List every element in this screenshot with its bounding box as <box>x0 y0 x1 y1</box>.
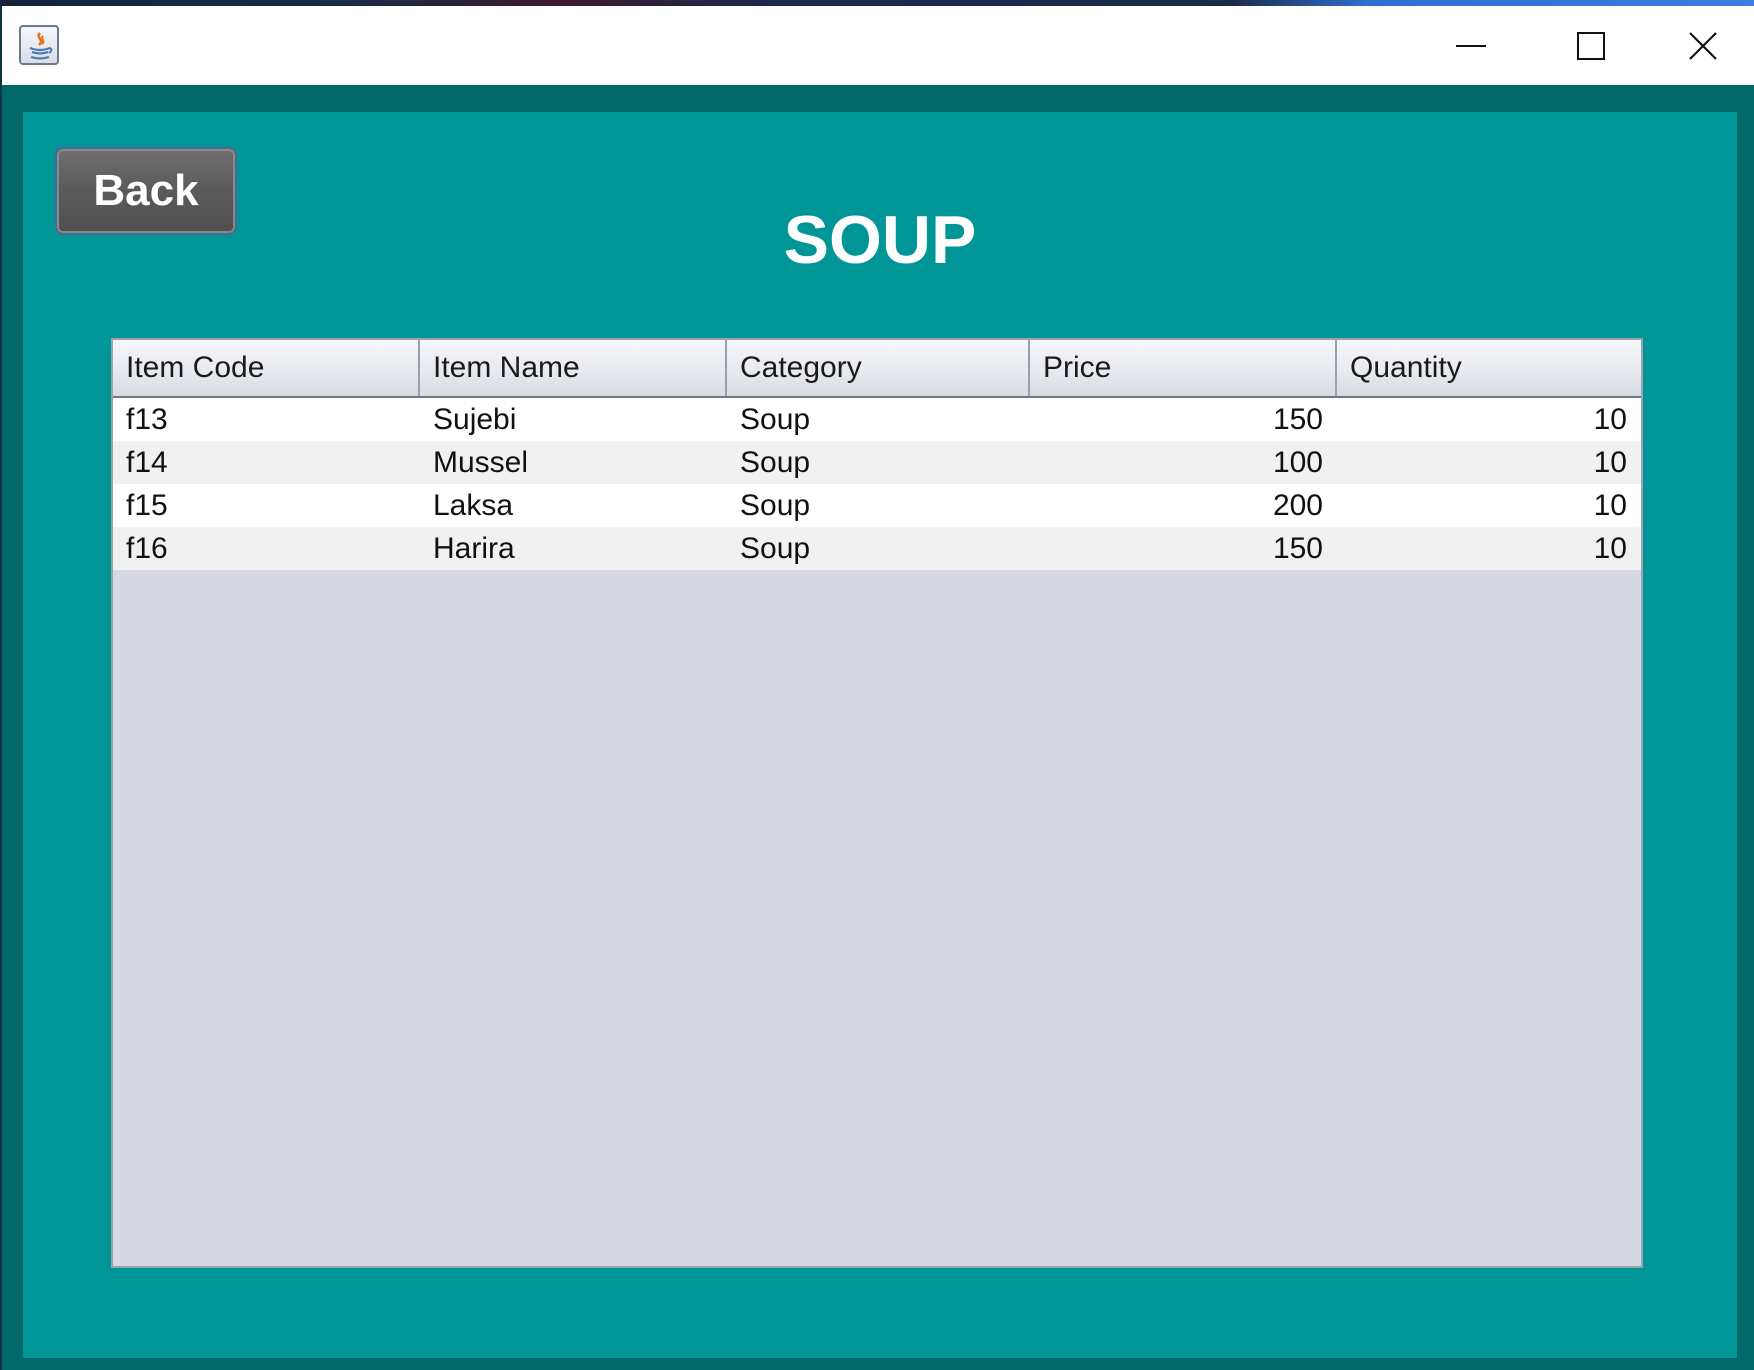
cell-item-code: f16 <box>126 532 168 565</box>
cell-item-code: f15 <box>126 489 168 522</box>
table-row[interactable]: f13 Sujebi Soup 150 10 <box>113 398 1641 441</box>
cell-item-name: Mussel <box>433 446 529 479</box>
cell-category: Soup <box>740 489 811 522</box>
table-header: Item Code Item Name Category Price Quant… <box>113 340 1641 398</box>
close-icon <box>1688 31 1717 60</box>
cell-price: 200 <box>1272 489 1323 522</box>
cell-item-code: f13 <box>126 403 168 436</box>
column-header-item-name[interactable]: Item Name <box>420 340 727 396</box>
minimize-icon <box>1456 44 1486 47</box>
cell-item-name: Harira <box>433 532 515 565</box>
cell-quantity: 10 <box>1593 403 1627 436</box>
column-header-category[interactable]: Category <box>727 340 1030 396</box>
minimize-button[interactable] <box>1411 6 1531 85</box>
page-title-text: SOUP <box>783 202 977 278</box>
table-body: f13 Sujebi Soup 150 10 f14 Mussel Soup 1… <box>113 398 1641 570</box>
cell-category: Soup <box>740 446 811 479</box>
column-header-price[interactable]: Price <box>1030 340 1337 396</box>
column-header-item-code[interactable]: Item Code <box>113 340 420 396</box>
table-row[interactable]: f15 Laksa Soup 200 10 <box>113 484 1641 527</box>
cell-quantity: 10 <box>1593 489 1627 522</box>
cell-quantity: 10 <box>1593 446 1627 479</box>
table-row[interactable]: f16 Harira Soup 150 10 <box>113 527 1641 570</box>
cell-quantity: 10 <box>1593 532 1627 565</box>
items-table[interactable]: Item Code Item Name Category Price Quant… <box>111 338 1643 1268</box>
maximize-icon <box>1577 31 1605 60</box>
table-row[interactable]: f14 Mussel Soup 100 10 <box>113 441 1641 484</box>
cell-price: 100 <box>1272 446 1323 479</box>
title-bar <box>2 6 1754 85</box>
close-button[interactable] <box>1651 6 1754 85</box>
application-window: Back SOUP Item Code Item Name Category P… <box>2 6 1754 1370</box>
maximize-button[interactable] <box>1531 6 1651 85</box>
cell-price: 150 <box>1272 532 1323 565</box>
java-app-icon[interactable] <box>19 25 59 65</box>
column-header-quantity[interactable]: Quantity <box>1337 340 1641 396</box>
cell-item-name: Laksa <box>433 489 514 522</box>
cell-category: Soup <box>740 532 811 565</box>
cell-item-name: Sujebi <box>433 403 517 436</box>
cell-item-code: f14 <box>126 446 168 479</box>
content-panel: Back SOUP Item Code Item Name Category P… <box>23 112 1737 1358</box>
page-title: SOUP <box>23 200 1737 280</box>
cell-price: 150 <box>1272 403 1323 436</box>
cell-category: Soup <box>740 403 811 436</box>
